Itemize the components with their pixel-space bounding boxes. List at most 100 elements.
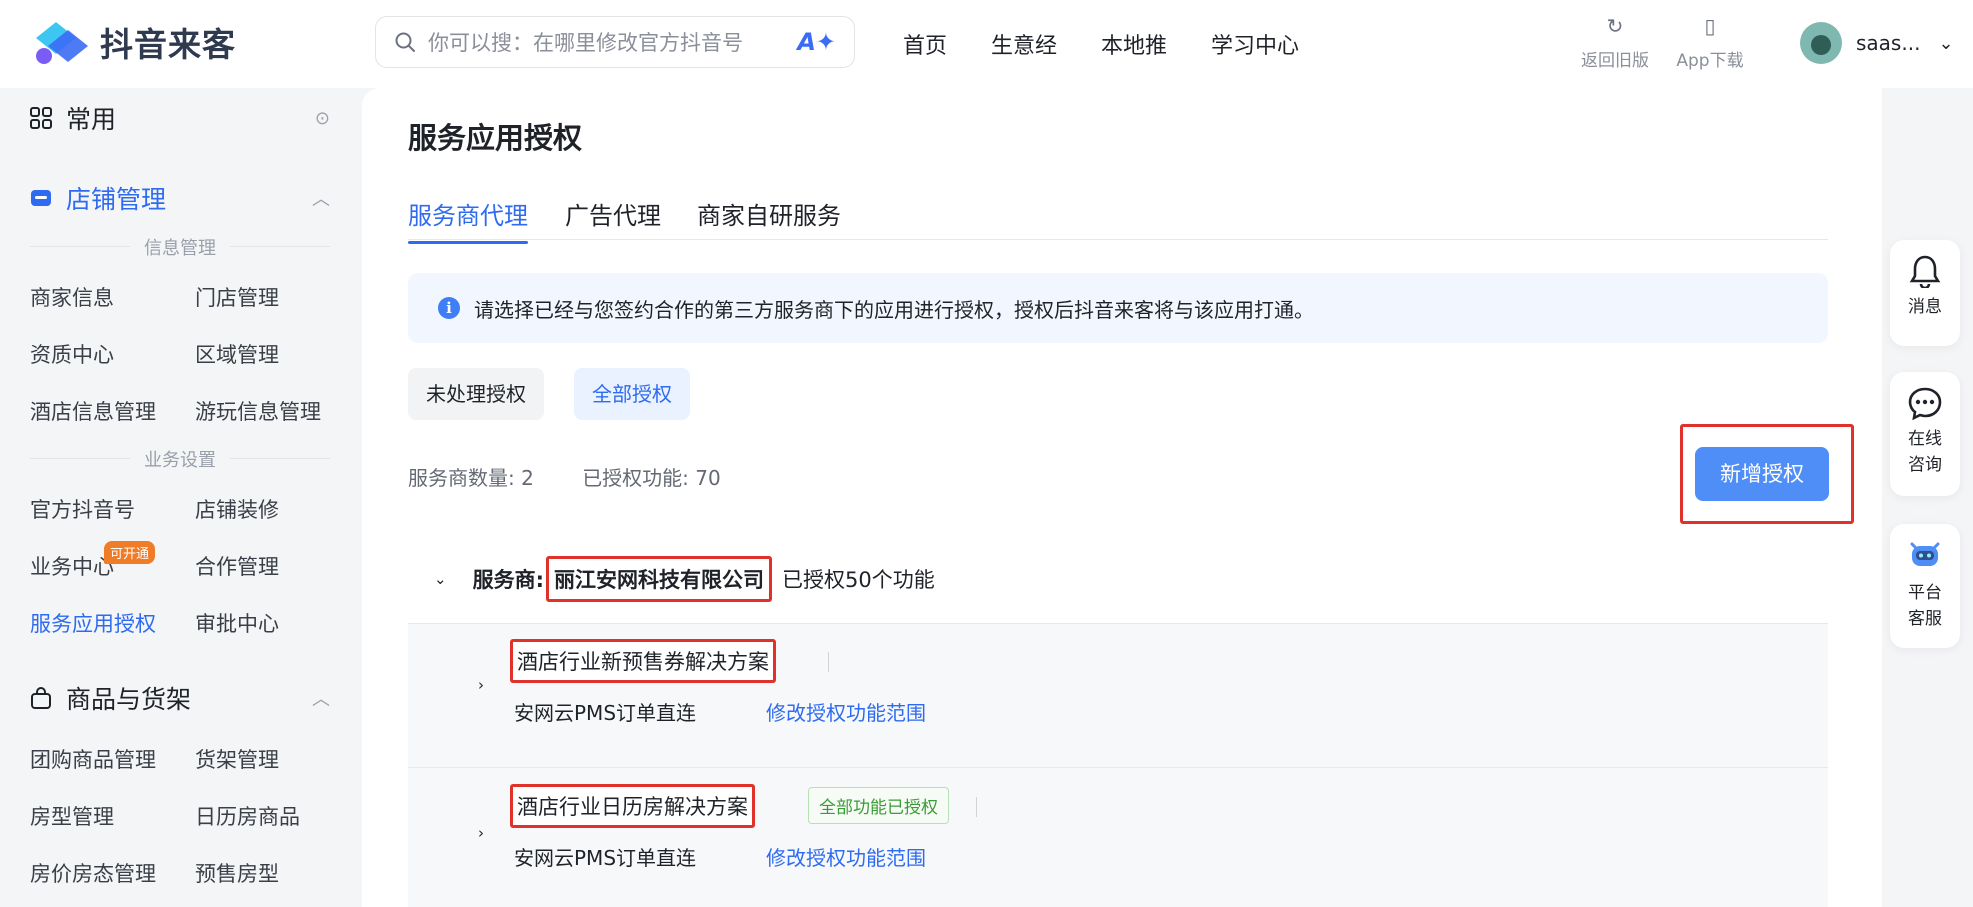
solution-card: › 酒店行业新预售券解决方案 安网云PMS订单直连 修改授权功能范围 [408, 623, 1828, 767]
user-menu[interactable]: saas... ⌄ [1800, 22, 1954, 64]
modify-scope-link[interactable]: 修改授权功能范围 [766, 697, 926, 726]
sidebar-store-management[interactable]: 店铺管理 ︿ [30, 180, 330, 216]
messages-button[interactable]: 消息 [1890, 240, 1960, 346]
authorized-count: 已授权功能: 70 [582, 466, 721, 490]
tab-self-developed[interactable]: 商家自研服务 [697, 196, 841, 243]
chevron-up-icon[interactable]: ︿ [312, 185, 330, 211]
provider-name: 丽江安网科技有限公司 [545, 556, 772, 602]
sidebar-item-cooperation[interactable]: 合作管理 [195, 551, 279, 581]
tab-bar: 服务商代理 广告代理 商家自研服务 [408, 196, 1828, 244]
sidebar-item-approval[interactable]: 审批中心 [195, 608, 279, 638]
provider-row: ⌄ 服务商: 丽江安网科技有限公司 已授权50个功能 [408, 556, 1828, 602]
search-icon [395, 32, 415, 52]
provider-count: 服务商数量: 2 [408, 466, 534, 490]
search-box[interactable]: 你可以搜：在哪里修改官方抖音号 A✦ [375, 16, 855, 68]
status-badge: 全部功能已授权 [808, 787, 949, 824]
notice-text: 请选择已经与您签约合作的第三方服务商下的应用进行授权，授权后抖音来客将与该应用打… [474, 297, 1314, 322]
nav-learning-center[interactable]: 学习中心 [1211, 28, 1299, 60]
page-title: 服务应用授权 [408, 121, 583, 155]
tab-ad-agency[interactable]: 广告代理 [565, 196, 661, 243]
stats-row: 服务商数量: 2 已授权功能: 70 [408, 462, 763, 491]
chevron-down-icon[interactable]: ⌄ [434, 570, 447, 588]
info-icon: i [438, 297, 460, 319]
sidebar-item-room-type[interactable]: 房型管理 [30, 801, 114, 831]
sidebar-item-merchant-info[interactable]: 商家信息 [30, 282, 114, 312]
group-label-business: 业务设置 [30, 446, 330, 472]
common-title: 常用 [66, 105, 117, 134]
logo-icon [36, 22, 88, 64]
refresh-icon: ↻ [1606, 14, 1624, 38]
nav-business[interactable]: 生意经 [991, 28, 1057, 60]
sidebar-common[interactable]: 常用 ⊙ [30, 100, 330, 136]
back-old-version-button[interactable]: ↻ 返回旧版 [1570, 14, 1660, 71]
sidebar-item-room-price[interactable]: 房价房态管理 [30, 858, 156, 888]
top-nav: 首页 生意经 本地推 学习中心 [903, 28, 1343, 60]
sidebar-item-shelf[interactable]: 货架管理 [195, 744, 279, 774]
sidebar-item-store-management[interactable]: 门店管理 [195, 282, 279, 312]
chevron-down-icon: ⌄ [1938, 32, 1954, 54]
filter-pending[interactable]: 未处理授权 [408, 368, 544, 420]
sidebar-item-group-goods[interactable]: 团购商品管理 [30, 744, 156, 774]
sidebar-item-store-decoration[interactable]: 店铺装修 [195, 494, 279, 524]
solution-name: 酒店行业新预售券解决方案 [510, 639, 776, 683]
platform-service-button[interactable]: 平台客服 [1890, 524, 1960, 648]
group-label-info: 信息管理 [30, 234, 330, 260]
notice-banner: i 请选择已经与您签约合作的第三方服务商下的应用进行授权，授权后抖音来客将与该应… [408, 273, 1828, 343]
goods-shelf-title: 商品与货架 [66, 685, 192, 714]
app-download-label: App下载 [1676, 51, 1744, 71]
tab-service-provider[interactable]: 服务商代理 [408, 196, 528, 244]
online-consult-button[interactable]: 在线咨询 [1890, 372, 1960, 496]
add-authorization-button[interactable]: 新增授权 [1695, 447, 1829, 501]
sidebar-item-hotel-info[interactable]: 酒店信息管理 [30, 396, 156, 426]
messages-label: 消息 [1908, 297, 1942, 317]
back-old-version-label: 返回旧版 [1581, 51, 1649, 71]
divider [828, 652, 829, 672]
sidebar-goods-shelf[interactable]: 商品与货架 ︿ [30, 680, 330, 716]
modify-scope-link[interactable]: 修改授权功能范围 [766, 842, 926, 871]
user-name: saas... [1856, 31, 1921, 55]
store-icon [31, 190, 51, 206]
sidebar-item-presale-room[interactable]: 预售房型 [195, 858, 279, 888]
business-center-label: 业务中心 [30, 555, 114, 579]
store-management-title: 店铺管理 [66, 185, 167, 214]
chevron-right-icon[interactable]: › [478, 824, 484, 842]
provider-auth-count: 已授权50个功能 [781, 568, 935, 592]
bell-icon [1909, 255, 1941, 288]
nav-home[interactable]: 首页 [903, 28, 947, 60]
solution-function: 安网云PMS订单直连 [514, 846, 697, 870]
logo[interactable]: 抖音来客 [30, 16, 236, 68]
app-download-button[interactable]: ▯ App下载 [1665, 14, 1755, 71]
ai-assistant-icon[interactable]: A✦ [797, 28, 836, 56]
chevron-up-icon[interactable]: ︿ [312, 685, 330, 711]
sidebar-item-play-info[interactable]: 游玩信息管理 [195, 396, 321, 426]
solution-function: 安网云PMS订单直连 [514, 701, 697, 725]
robot-icon [1910, 542, 1940, 566]
bag-icon [31, 687, 51, 709]
chat-icon [1908, 387, 1942, 420]
brand-name: 抖音来客 [100, 25, 236, 64]
search-input[interactable]: 你可以搜：在哪里修改官方抖音号 [428, 27, 797, 57]
sidebar-item-region[interactable]: 区域管理 [195, 339, 279, 369]
avatar [1800, 22, 1842, 64]
sidebar-item-official-douyin[interactable]: 官方抖音号 [30, 494, 135, 524]
grid-icon [30, 107, 52, 129]
filter-all[interactable]: 全部授权 [574, 368, 690, 420]
sidebar-item-qualification[interactable]: 资质中心 [30, 339, 114, 369]
phone-icon: ▯ [1704, 14, 1716, 38]
main-content: 服务应用授权 服务商代理 广告代理 商家自研服务 i 请选择已经与您签约合作的第… [362, 88, 1882, 907]
sidebar-item-service-auth[interactable]: 服务应用授权 [30, 608, 156, 638]
sidebar-item-calendar-room[interactable]: 日历房商品 [195, 801, 300, 831]
sidebar-item-business-center[interactable]: 业务中心 可开通 [30, 541, 156, 581]
online-consult-label: 在线咨询 [1908, 429, 1942, 475]
nav-local-promote[interactable]: 本地推 [1101, 28, 1167, 60]
sidebar: 常用 ⊙ 店铺管理 ︿ 信息管理 商家信息 门店管理 资质中心 区域管理 酒店信… [0, 88, 358, 907]
provider-label: 服务商: [472, 568, 544, 592]
top-bar: 抖音来客 你可以搜：在哪里修改官方抖音号 A✦ 首页 生意经 本地推 学习中心 … [0, 0, 1973, 88]
chevron-right-icon[interactable]: › [478, 676, 484, 694]
divider [976, 797, 977, 817]
solution-card: › 酒店行业日历房解决方案 全部功能已授权 安网云PMS订单直连 修改授权功能范… [408, 767, 1828, 907]
solution-name: 酒店行业日历房解决方案 [510, 784, 755, 828]
status-badge: 可开通 [104, 541, 156, 564]
platform-service-label: 平台客服 [1908, 583, 1942, 629]
settings-icon[interactable]: ⊙ [315, 108, 330, 129]
